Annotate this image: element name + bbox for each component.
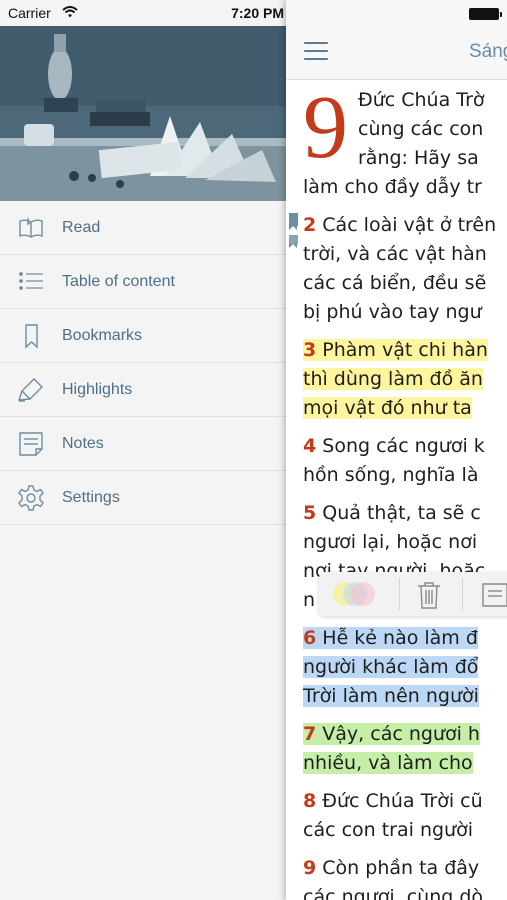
- menu-item-label: Bookmarks: [62, 327, 143, 344]
- verse-line: Phàm vật chi hàn: [322, 339, 488, 361]
- reader-toolbar: Sáng: [286, 0, 507, 80]
- verse-line: Song các ngươi k: [322, 435, 485, 457]
- verse-line: nhiều, và làm cho: [303, 752, 473, 774]
- menu-item-label: Notes: [62, 435, 104, 452]
- verse-line: các ngươi, cùng dò: [303, 886, 484, 900]
- verse-line: các con trai người: [303, 819, 473, 841]
- verse-number: 4: [303, 435, 317, 457]
- verse-line: trời, và các vật hàn: [303, 243, 487, 265]
- verse-number: 6: [303, 627, 317, 649]
- verse-line: hồn sống, nghĩa là: [303, 464, 479, 486]
- menu-item-highlights[interactable]: Highlights: [0, 363, 286, 417]
- verse-1[interactable]: 9 Đức Chúa Trờ cùng các con rằng: Hãy sa…: [303, 78, 507, 202]
- battery-icon: [469, 8, 502, 20]
- carrier-label: Carrier: [8, 5, 51, 21]
- clock: 7:20 PM: [231, 5, 284, 21]
- menu-item-table-of-content[interactable]: Table of content: [0, 255, 286, 309]
- verse-8[interactable]: 8 Đức Chúa Trời cũ các con trai người: [303, 787, 507, 845]
- verse-2[interactable]: 2 Các loài vật ở trên trời, và các vật h…: [303, 211, 507, 327]
- verse-line: Vậy, các ngươi h: [322, 723, 480, 745]
- verse-action-popup: [319, 572, 507, 616]
- menu-item-read[interactable]: Read: [0, 201, 286, 255]
- verse-number: 7: [303, 723, 317, 745]
- list-icon: [17, 268, 45, 296]
- verse-line: ngươi lại, hoặc nơi: [303, 531, 478, 553]
- verse-6[interactable]: 6 Hễ kẻ nào làm đ người khác làm đổ Trời…: [303, 624, 507, 711]
- verse-3[interactable]: 3 Phàm vật chi hàn thì dùng làm đồ ăn mọ…: [303, 336, 507, 423]
- verse-line: Còn phần ta đây: [322, 857, 480, 879]
- verse-number: 3: [303, 339, 317, 361]
- verse-line: Đức Chúa Trời cũ: [322, 790, 483, 812]
- verse-line: bị phú vào tay ngư: [303, 301, 482, 323]
- verse-line: Hễ kẻ nào làm đ: [322, 627, 478, 649]
- chapter-text: 9 Đức Chúa Trờ cùng các con rằng: Hãy sa…: [303, 78, 507, 900]
- bookmark-icon: [17, 322, 45, 350]
- trash-icon[interactable]: [416, 581, 442, 614]
- verse-line: mọi vật đó như ta: [303, 397, 472, 419]
- menu-item-notes[interactable]: Notes: [0, 417, 286, 471]
- verse-number: 9: [303, 857, 317, 879]
- chapter-number: 9: [303, 78, 348, 177]
- gear-icon: [17, 484, 45, 512]
- verse-line: làm cho đầy dẫy tr: [303, 176, 482, 198]
- verse-9[interactable]: 9 Còn phần ta đây các ngươi, cùng dò: [303, 854, 507, 900]
- verse-line: thì dùng làm đồ ăn: [303, 368, 483, 390]
- drawer-menu: Read Table of content Bookmarks Highligh…: [0, 201, 286, 525]
- header-illustration: [0, 26, 286, 201]
- verse-number: 2: [303, 214, 317, 236]
- note-marker-icon[interactable]: [289, 235, 298, 248]
- note-icon[interactable]: [481, 582, 507, 613]
- side-drawer: Carrier 7:20 PM Read Table of content Bo…: [0, 0, 286, 900]
- verse-number: 8: [303, 790, 317, 812]
- verse-line: Các loài vật ở trên: [322, 214, 497, 236]
- book-title[interactable]: Sáng: [469, 41, 507, 63]
- verse-line: người khác làm đổ: [303, 656, 479, 678]
- verse-7[interactable]: 7 Vậy, các ngươi h nhiều, và làm cho: [303, 720, 507, 778]
- verse-number: 5: [303, 502, 317, 524]
- menu-item-label: Read: [62, 219, 101, 236]
- menu-item-label: Settings: [62, 489, 120, 506]
- menu-item-bookmarks[interactable]: Bookmarks: [0, 309, 286, 363]
- menu-item-label: Highlights: [62, 381, 133, 398]
- menu-item-settings[interactable]: Settings: [0, 471, 286, 525]
- status-bar: Carrier 7:20 PM: [0, 0, 286, 26]
- verse-4[interactable]: 4 Song các ngươi k hồn sống, nghĩa là: [303, 432, 507, 490]
- bookmark-flag-icon[interactable]: [289, 213, 298, 230]
- open-book-icon: [17, 214, 45, 242]
- note-icon: [17, 430, 45, 458]
- hamburger-menu-icon[interactable]: [304, 42, 328, 60]
- wifi-icon: [62, 5, 78, 21]
- menu-item-label: Table of content: [62, 273, 175, 290]
- verse-line: các cá biển, đều sẽ: [303, 272, 487, 294]
- reader-panel: Sáng 9 Đức Chúa Trờ cùng các con rằng: H…: [286, 0, 507, 900]
- highlighter-icon: [17, 376, 45, 404]
- verse-line: Quả thật, ta sẽ c: [322, 502, 481, 524]
- verse-line: Trời làm nên người: [303, 685, 479, 707]
- color-picker-icon[interactable]: [333, 582, 379, 606]
